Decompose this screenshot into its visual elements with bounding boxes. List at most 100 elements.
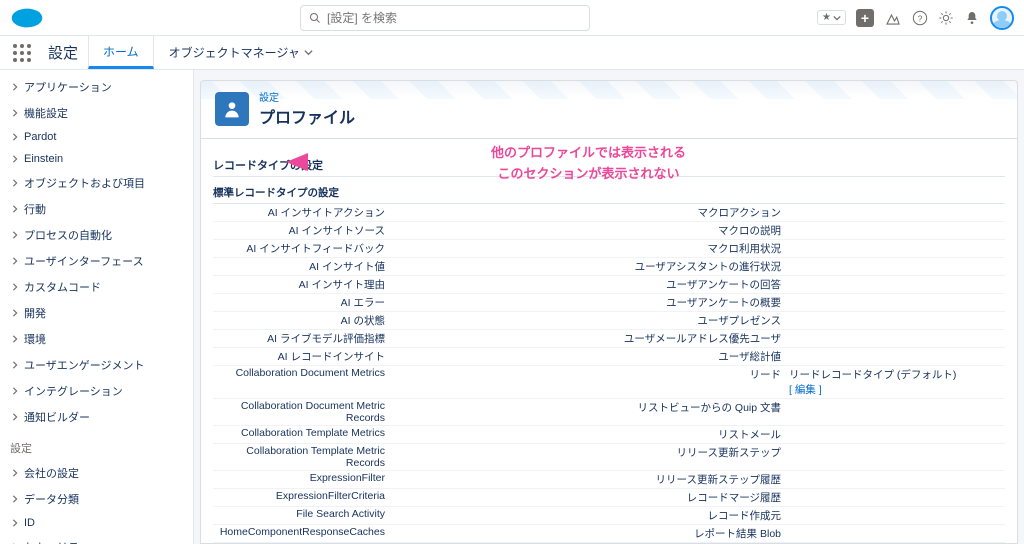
sidebar-item-label: 機能設定 (24, 105, 68, 121)
annotation-arrow (286, 153, 496, 171)
favorites-menu[interactable]: ★ (817, 10, 846, 25)
sidebar-item[interactable]: ユーザインターフェース (0, 248, 193, 274)
sidebar-item-label: ID (24, 517, 35, 529)
field-label: Collaboration Document Metric Records (213, 400, 393, 424)
field-label: ExpressionFilterCriteria (213, 490, 393, 502)
field-label: HomeComponentResponseCaches (213, 526, 393, 538)
field-label: ユーザアンケートの回答 (609, 277, 789, 292)
chevron-right-icon (10, 335, 20, 343)
field-label: リリース更新ステップ (609, 445, 789, 460)
app-name: 設定 (48, 42, 78, 63)
sidebar-item-label: Pardot (24, 131, 56, 143)
sidebar-heading: 設定 (0, 430, 193, 460)
field-label: AI エラー (213, 295, 393, 310)
create-menu[interactable]: + (856, 9, 874, 27)
page-header: 設定 プロファイル (200, 80, 1018, 139)
setup-sidebar: アプリケーション機能設定 Pardot Einstein オブジェクトおよび項目行動プ… (0, 70, 194, 544)
sidebar-item[interactable]: オブジェクトおよび項目 (0, 170, 193, 196)
trailhead-icon[interactable] (884, 9, 902, 27)
help-icon[interactable]: ? (912, 10, 928, 26)
sidebar-item-label: アプリケーション (24, 79, 112, 95)
sidebar-item[interactable]: Einstein (0, 148, 193, 170)
chevron-right-icon (10, 109, 20, 117)
page-eyebrow: 設定 (259, 89, 355, 104)
field-label: ユーザ総計値 (609, 349, 789, 364)
user-avatar[interactable] (990, 6, 1014, 30)
sidebar-item-label: インテグレーション (24, 383, 123, 399)
sidebar-item[interactable]: データ分類 (0, 486, 193, 512)
field-label: レポート結果 Blob (609, 526, 789, 541)
sidebar-item[interactable]: 開発 (0, 300, 193, 326)
record-type-row: AI レコードインサイトユーザ総計値 (213, 348, 1005, 366)
chevron-right-icon (10, 413, 20, 421)
chevron-right-icon (10, 179, 20, 187)
sidebar-item-label: カスタムコード (24, 279, 101, 295)
record-type-row: AI エラーユーザアンケートの概要 (213, 294, 1005, 312)
page-title: プロファイル (259, 104, 355, 128)
settings-icon[interactable] (938, 10, 954, 26)
sidebar-item[interactable]: アプリケーション (0, 74, 193, 100)
record-type-row: Collaboration Document Metric Recordsリスト… (213, 399, 1005, 426)
sidebar-item[interactable]: プロセスの自動化 (0, 222, 193, 248)
chevron-right-icon (10, 231, 20, 239)
search-input[interactable] (327, 11, 581, 25)
record-type-row: AI ライブモデル評価指標ユーザメールアドレス優先ユーザ (213, 330, 1005, 348)
record-type-row: AI インサイトソース マクロの説明 (213, 222, 1005, 240)
chevron-right-icon (10, 361, 20, 369)
sidebar-item[interactable]: カスタムコード (0, 274, 193, 300)
field-label: AI インサイト値 (213, 259, 393, 274)
sidebar-item-label: Einstein (24, 153, 63, 165)
record-type-row: File Search Activityレコード作成元 (213, 507, 1005, 525)
sidebar-item[interactable]: 会社の設定 (0, 460, 193, 486)
edit-link[interactable]: [ 編集 ] (789, 384, 822, 396)
sidebar-item[interactable]: セキュリティ (0, 534, 193, 544)
detail-panel: 他のプロファイルでは表示される このセクションが表示されない レコードタイプの設… (200, 139, 1018, 544)
salesforce-logo (10, 6, 44, 30)
sidebar-item[interactable]: 環境 (0, 326, 193, 352)
field-label: リストメール (609, 427, 789, 442)
field-label: ユーザアシスタントの進行状況 (609, 259, 789, 274)
field-label: マクロの説明 (609, 223, 789, 238)
app-launcher-icon[interactable] (10, 41, 34, 65)
chevron-right-icon (10, 283, 20, 291)
field-label: レコードマージ履歴 (609, 490, 789, 505)
field-label: AI ライブモデル評価指標 (213, 331, 393, 346)
field-label: AI インサイトアクション (213, 205, 393, 220)
field-label: AI インサイトソース (213, 223, 393, 238)
notifications-icon[interactable] (964, 10, 980, 26)
field-label: マクロ利用状況 (609, 241, 789, 256)
global-search[interactable] (300, 5, 590, 31)
chevron-right-icon (10, 387, 20, 395)
field-label: Collaboration Document Metrics (213, 367, 393, 379)
tab-object-manager[interactable]: オブジェクトマネージャ (154, 36, 328, 69)
sidebar-item-label: オブジェクトおよび項目 (24, 175, 145, 191)
field-label: Collaboration Template Metrics (213, 427, 393, 439)
sidebar-item[interactable]: ID (0, 512, 193, 534)
record-type-row: HomeComponentResponseCaches レポート結果 Blob (213, 525, 1005, 543)
sidebar-item-label: ユーザインターフェース (24, 253, 144, 269)
sidebar-item[interactable]: インテグレーション (0, 378, 193, 404)
chevron-right-icon (10, 83, 20, 91)
chevron-right-icon (10, 519, 20, 527)
field-label: ユーザプレゼンス (609, 313, 789, 328)
global-header: ★ + ? (0, 0, 1024, 36)
tab-home[interactable]: ホーム (88, 36, 154, 69)
chevron-right-icon (10, 309, 20, 317)
field-label: リード (609, 367, 789, 382)
record-type-row: AI インサイトフィードバック マクロ利用状況 (213, 240, 1005, 258)
sidebar-item[interactable]: 行動 (0, 196, 193, 222)
profile-icon (215, 92, 249, 126)
sidebar-item[interactable]: Pardot (0, 126, 193, 148)
sidebar-item[interactable]: ユーザエンゲージメント (0, 352, 193, 378)
field-label: リリース更新ステップ履歴 (609, 472, 789, 487)
chevron-right-icon (10, 469, 20, 477)
record-type-row: AI インサイト理由ユーザアンケートの回答 (213, 276, 1005, 294)
field-label: AI インサイトフィードバック (213, 241, 393, 256)
sidebar-item-label: 行動 (24, 201, 46, 217)
sidebar-item-label: 会社の設定 (24, 465, 79, 481)
sidebar-item[interactable]: 通知ビルダー (0, 404, 193, 430)
svg-text:?: ? (918, 13, 923, 23)
sidebar-item[interactable]: 機能設定 (0, 100, 193, 126)
record-type-row: AI インサイトアクションマクロアクション (213, 204, 1005, 222)
chevron-right-icon (10, 257, 20, 265)
